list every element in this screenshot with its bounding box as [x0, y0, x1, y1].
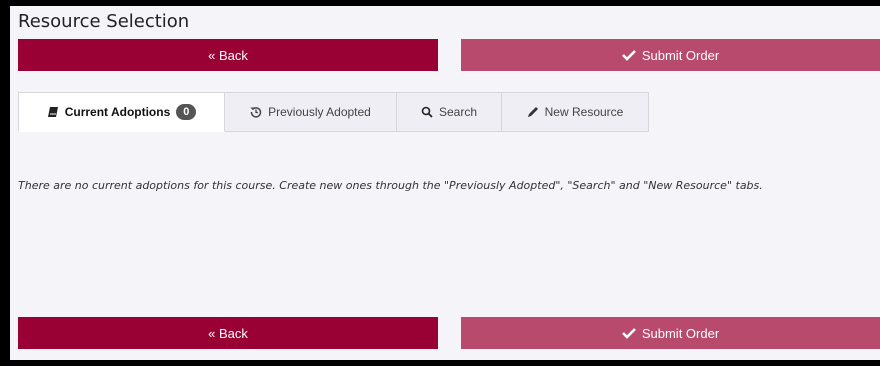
back-button-top[interactable]: « Back [18, 39, 438, 71]
book-icon [47, 106, 59, 118]
search-icon [421, 106, 433, 118]
tab-current-adoptions[interactable]: Current Adoptions 0 [18, 92, 225, 132]
submit-order-button-top[interactable]: Submit Order [461, 39, 880, 71]
page-title: Resource Selection [18, 11, 190, 32]
tab-previously-adopted[interactable]: Previously Adopted [225, 92, 397, 132]
tab-label: Search [438, 105, 478, 119]
empty-state-message: There are no current adoptions for this … [18, 179, 763, 192]
tab-label: New Resource [544, 105, 624, 119]
tab-new-resource[interactable]: New Resource [502, 92, 649, 132]
back-label: « Back [208, 325, 248, 341]
submit-label: Submit Order [641, 325, 720, 341]
back-label: « Back [208, 47, 248, 63]
checkmark-icon [621, 49, 636, 61]
history-icon [250, 106, 262, 118]
count-badge: 0 [176, 104, 197, 120]
resource-selection-panel: Resource Selection « Back Submit Order C… [10, 6, 880, 360]
resource-tabs: Current Adoptions 0 Previously Adopted S… [18, 92, 649, 132]
pencil-icon [527, 106, 539, 118]
tab-label: Current Adoptions [64, 105, 171, 119]
tab-label: Previously Adopted [268, 105, 371, 119]
back-button-bottom[interactable]: « Back [18, 317, 438, 349]
checkmark-icon [621, 327, 636, 339]
tab-search[interactable]: Search [397, 92, 502, 132]
submit-label: Submit Order [641, 47, 720, 63]
submit-order-button-bottom[interactable]: Submit Order [461, 317, 880, 349]
